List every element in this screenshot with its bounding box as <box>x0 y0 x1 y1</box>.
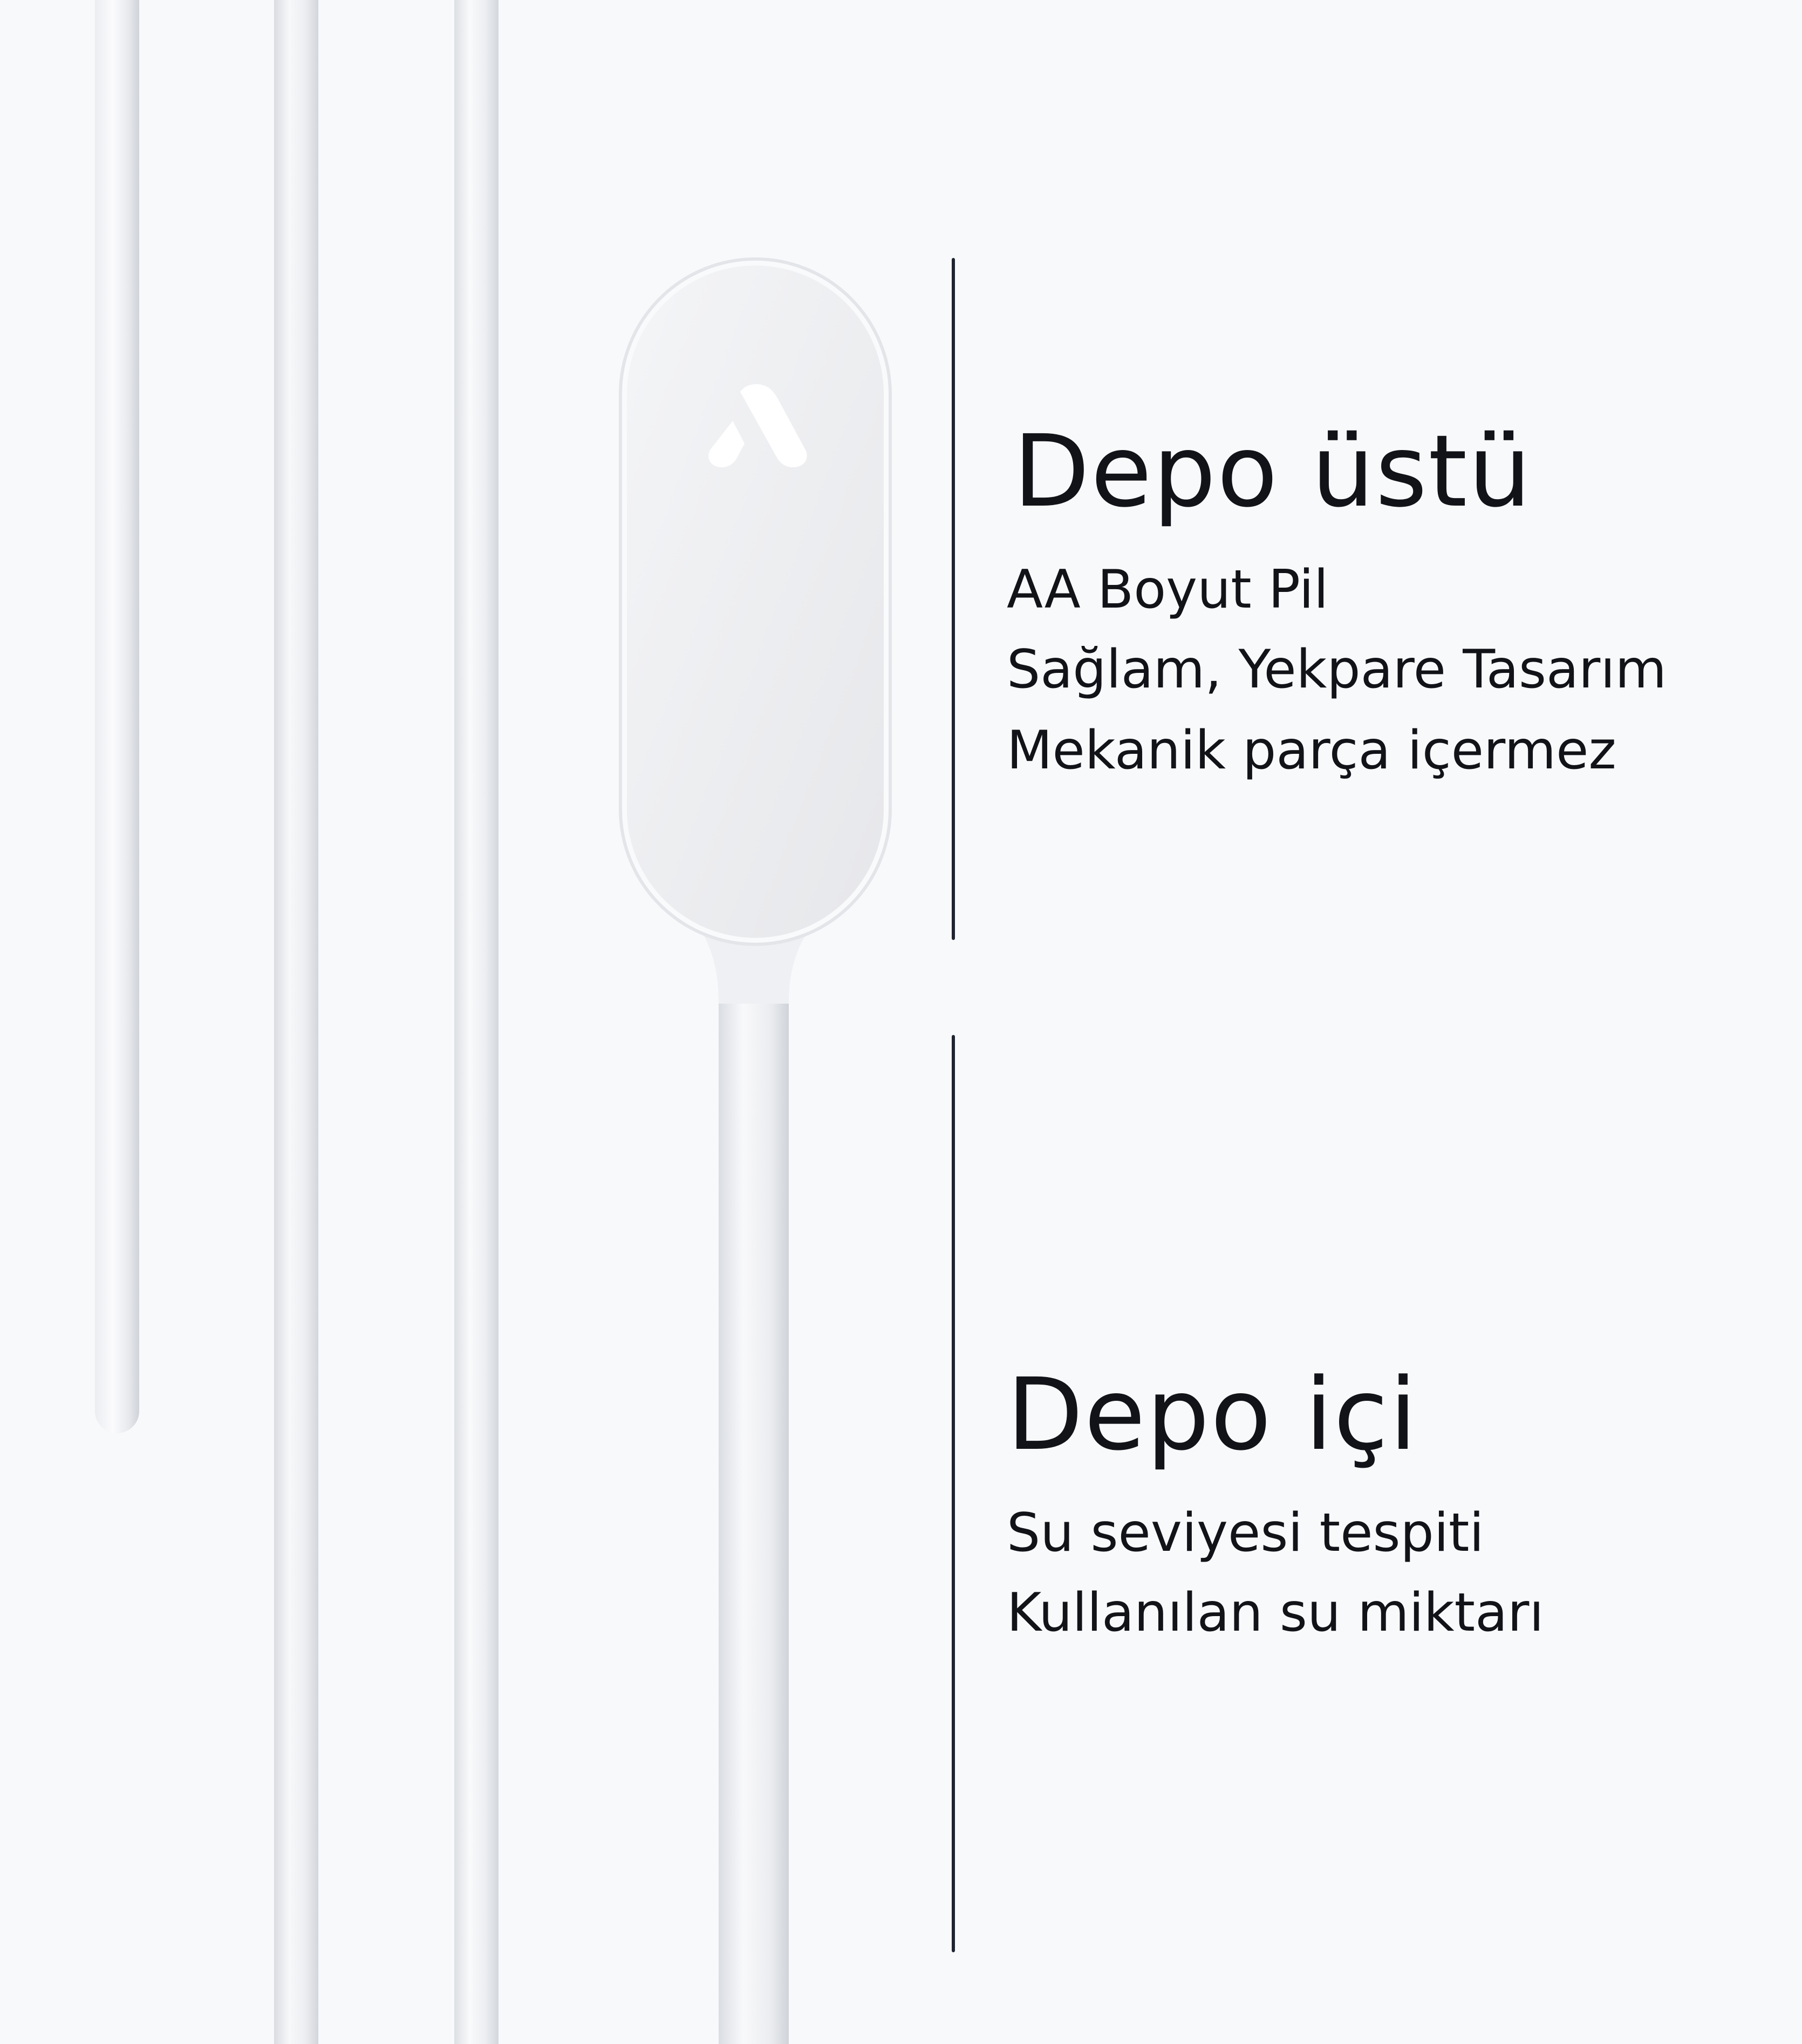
feature-item: Mekanik parça içermez <box>1007 720 1616 781</box>
feature-item: Sağlam, Yekpare Tasarım <box>1007 639 1667 700</box>
divider-top <box>952 258 955 940</box>
divider-bottom <box>952 1035 955 1952</box>
section-title-bottom: Depo içi <box>1007 1357 1418 1473</box>
sensor-device <box>619 257 892 2044</box>
feature-item: Kullanılan su miktarı <box>1007 1582 1544 1644</box>
sensor-head <box>627 265 884 938</box>
sensor-stem <box>719 928 789 2044</box>
feature-item: Su seviyesi tespiti <box>1007 1502 1484 1564</box>
section-title-top: Depo üstü <box>1013 414 1532 529</box>
feature-item: AA Boyut Pil <box>1007 559 1329 621</box>
